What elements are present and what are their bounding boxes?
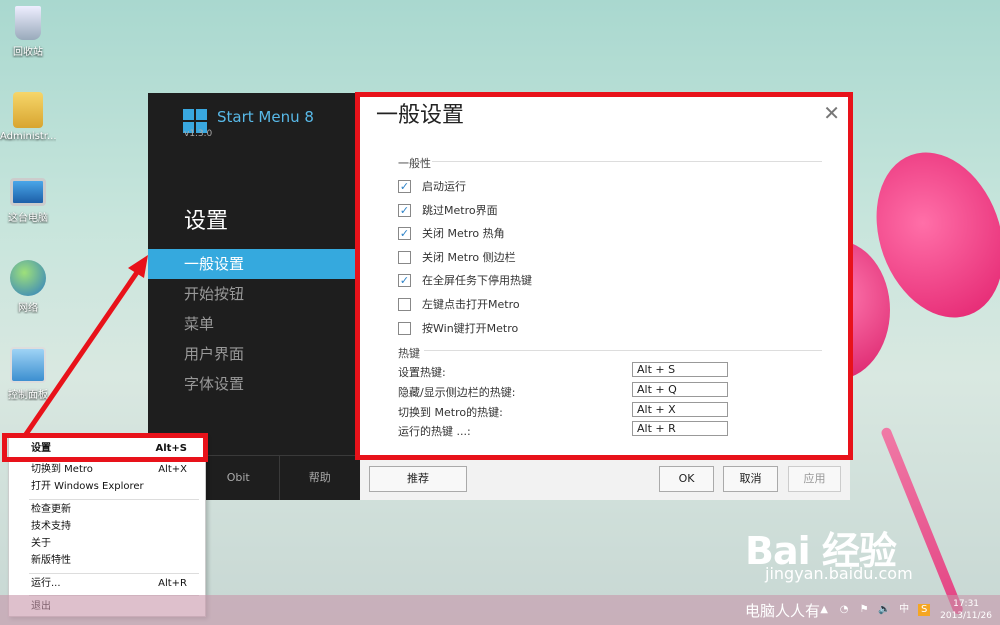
menu-item-shortcut: Alt+S [155, 443, 187, 454]
clock-date: 2013/11/26 [940, 611, 992, 621]
input-method-icon[interactable]: S [918, 604, 931, 616]
baidu-watermark: Bai 经验 jingyan.baidu.com [745, 520, 913, 583]
menu-item-label: 切换到 Metro [31, 464, 93, 475]
menu-item-label: 关于 [31, 538, 51, 549]
menu-separator [29, 573, 199, 574]
menu-item-label: 新版特性 [31, 555, 71, 566]
menu-item-label: 设置 [31, 443, 51, 454]
menu-item-shortcut: Alt+X [158, 464, 187, 475]
menu-item-switch-metro[interactable]: 切换到 Metro Alt+X [31, 462, 195, 478]
menu-item-whats-new[interactable]: 新版特性 [31, 553, 195, 569]
watermark-caption: 电脑人人有 [745, 602, 821, 620]
menu-item-about[interactable]: 关于 [31, 536, 195, 552]
menu-item-run[interactable]: 运行... Alt+R [31, 576, 195, 592]
system-tray: ▲ ◔ ⚑ 🔊 中 S 17:31 2013/11/26 [814, 595, 1000, 625]
watermark-url: jingyan.baidu.com [765, 564, 913, 583]
menu-separator [29, 499, 199, 500]
menu-item-open-explorer[interactable]: 打开 Windows Explorer [31, 479, 195, 495]
volume-icon[interactable]: 🔊 [878, 604, 890, 616]
context-menu: 设置 Alt+S 切换到 Metro Alt+X 打开 Windows Expl… [8, 435, 206, 617]
network-icon[interactable]: ◔ [838, 604, 850, 616]
menu-item-label: 运行... [31, 578, 61, 589]
menu-item-label: 技术支持 [31, 521, 71, 532]
menu-item-shortcut: Alt+R [158, 578, 187, 589]
ime-indicator[interactable]: 中 [898, 604, 910, 616]
clock[interactable]: 17:31 2013/11/26 [940, 598, 992, 622]
flag-icon[interactable]: ⚑ [858, 604, 870, 616]
taskbar: ▲ ◔ ⚑ 🔊 中 S 17:31 2013/11/26 [0, 595, 1000, 625]
clock-time: 17:31 [953, 599, 980, 609]
menu-item-settings[interactable]: 设置 Alt+S [31, 441, 195, 457]
menu-item-label: 检查更新 [31, 504, 71, 515]
menu-item-check-updates[interactable]: 检查更新 [31, 502, 195, 518]
menu-item-label: 打开 Windows Explorer [31, 481, 144, 492]
menu-item-tech-support[interactable]: 技术支持 [31, 519, 195, 535]
